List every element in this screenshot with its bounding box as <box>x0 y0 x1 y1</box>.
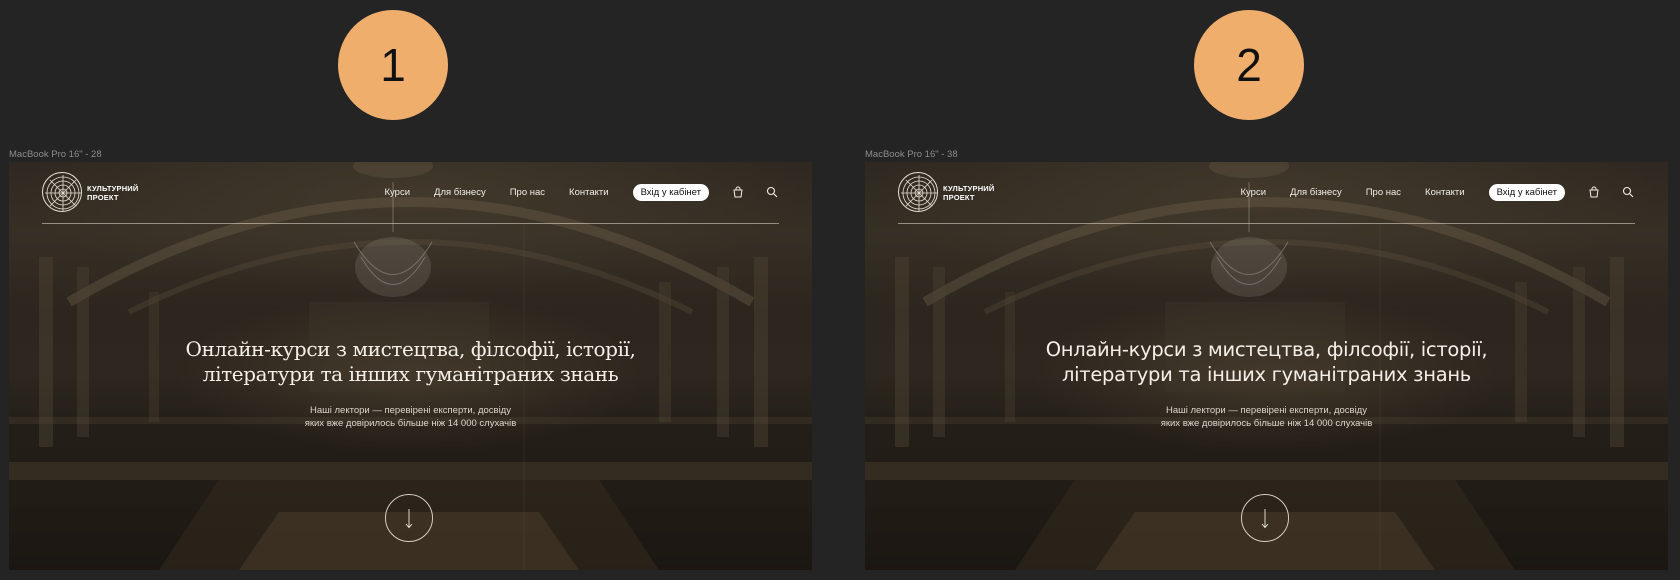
cart-icon[interactable] <box>731 185 745 199</box>
variant-number-badge: 1 <box>338 10 448 120</box>
hero-subtitle-line-2: яких вже довірилось більше ніж 14 000 сл… <box>1160 418 1373 429</box>
nav-link-contacts[interactable]: Контакти <box>1425 187 1465 198</box>
hero-title: Онлайн-курси з мистецтва, філсофії, істо… <box>9 337 812 387</box>
login-cabinet-button[interactable]: Вхід у кабінет <box>1488 183 1565 201</box>
logo-text[interactable]: КУЛЬТУРНИЙ ПРОЕКТ <box>87 184 139 202</box>
artboard-frame-1[interactable]: КУЛЬТУРНИЙ ПРОЕКТ Курси Для бізнесу Про … <box>9 162 812 570</box>
nav-link-courses[interactable]: Курси <box>384 187 410 198</box>
nav-link-contacts[interactable]: Контакти <box>569 187 609 198</box>
logo-line-1: КУЛЬТУРНИЙ <box>943 184 995 193</box>
nav-link-about[interactable]: Про нас <box>510 187 545 198</box>
logo-text[interactable]: КУЛЬТУРНИЙ ПРОЕКТ <box>943 184 995 202</box>
artboard-frame-2[interactable]: КУЛЬТУРНИЙ ПРОЕКТ Курси Для бізнесу Про … <box>865 162 1668 570</box>
hero-title-line-1: Онлайн-курси з мистецтва, філсофії, істо… <box>1045 338 1488 361</box>
variant-number-badge: 2 <box>1194 10 1304 120</box>
nav-link-about[interactable]: Про нас <box>1366 187 1401 198</box>
nav-link-business[interactable]: Для бізнесу <box>434 187 486 198</box>
header-divider <box>898 223 1635 224</box>
frame-label[interactable]: MacBook Pro 16" - 38 <box>865 149 958 160</box>
design-canvas: 1 MacBook Pro 16" - 28 КУЛЬТУРНИЙ ПРОЕКТ… <box>0 0 1680 580</box>
arrow-down-icon <box>1261 509 1269 529</box>
login-cabinet-button[interactable]: Вхід у кабінет <box>632 183 709 201</box>
main-menu: Курси Для бізнесу Про нас Контакти Вхід … <box>1240 183 1635 201</box>
hero-title-line-2: літератури та інших гуманітраних знань <box>1061 363 1471 386</box>
hero-title-line-2: літератури та інших гуманітраних знань <box>202 362 619 386</box>
frame-label[interactable]: MacBook Pro 16" - 28 <box>9 149 102 160</box>
hero-subtitle: Наші лектори — перевірені експерти, досв… <box>9 404 812 430</box>
header-nav: КУЛЬТУРНИЙ ПРОЕКТ Курси Для бізнесу Про … <box>42 172 779 212</box>
scroll-down-button[interactable] <box>385 494 433 542</box>
arrow-down-icon <box>405 509 413 529</box>
logo-icon[interactable] <box>898 172 938 212</box>
logo-line-2: ПРОЕКТ <box>943 193 975 202</box>
header-divider <box>42 223 779 224</box>
scroll-down-button[interactable] <box>1241 494 1289 542</box>
logo-icon[interactable] <box>42 172 82 212</box>
logo-line-1: КУЛЬТУРНИЙ <box>87 184 139 193</box>
hero-subtitle-line-1: Наші лектори — перевірені експерти, досв… <box>310 405 511 416</box>
main-menu: Курси Для бізнесу Про нас Контакти Вхід … <box>384 183 779 201</box>
cart-icon[interactable] <box>1587 185 1601 199</box>
logo-line-2: ПРОЕКТ <box>87 193 119 202</box>
search-icon[interactable] <box>765 185 779 199</box>
search-icon[interactable] <box>1621 185 1635 199</box>
nav-link-courses[interactable]: Курси <box>1240 187 1266 198</box>
header-nav: КУЛЬТУРНИЙ ПРОЕКТ Курси Для бізнесу Про … <box>898 172 1635 212</box>
hero-title-line-1: Онлайн-курси з мистецтва, філсофії, істо… <box>185 337 636 361</box>
hero-subtitle-line-2: яких вже довірилось більше ніж 14 000 сл… <box>304 418 517 429</box>
nav-link-business[interactable]: Для бізнесу <box>1290 187 1342 198</box>
hero-subtitle-line-1: Наші лектори — перевірені експерти, досв… <box>1166 405 1367 416</box>
hero-title: Онлайн-курси з мистецтва, філсофії, істо… <box>865 337 1668 387</box>
hero-subtitle: Наші лектори — перевірені експерти, досв… <box>865 404 1668 430</box>
